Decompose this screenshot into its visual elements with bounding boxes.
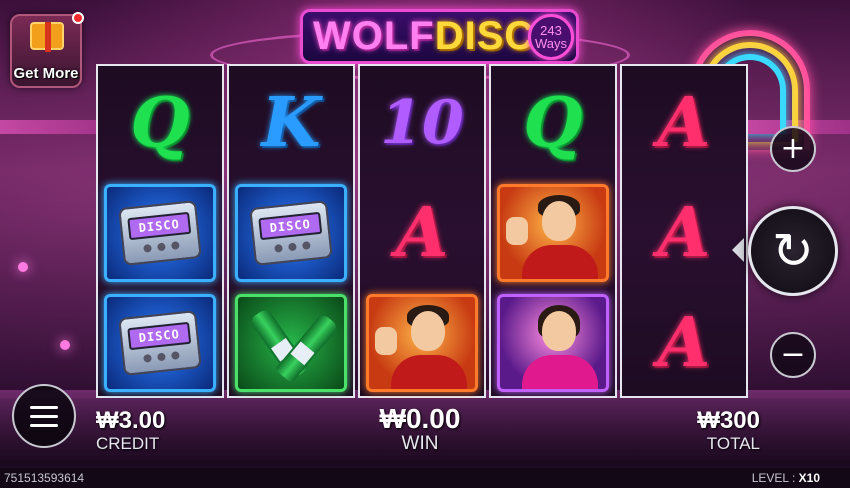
logo-title-part1: WOLF: [313, 13, 435, 58]
symbol-a: A: [657, 193, 711, 273]
total-display: ₩300 TOTAL: [660, 408, 760, 454]
level-indicator: LEVEL : X10: [752, 471, 820, 485]
symbol-k: K: [261, 83, 321, 163]
symbol-q: Q: [523, 83, 583, 163]
reel-2: K DISCO: [227, 64, 355, 398]
spin-button[interactable]: ↻: [748, 206, 838, 296]
symbol-a: A: [395, 193, 449, 273]
symbol-q: Q: [130, 83, 190, 163]
refresh-icon: ↻: [772, 222, 814, 280]
menu-button[interactable]: [12, 384, 76, 448]
hamburger-icon-line: [30, 405, 58, 409]
man-portrait-icon: [497, 184, 609, 282]
symbol-ten: 10: [380, 88, 464, 158]
collapse-arrow-icon[interactable]: [732, 238, 744, 262]
reel-5: A A A: [620, 64, 748, 398]
get-more-button[interactable]: Get More: [10, 12, 84, 88]
get-more-label: Get More: [13, 65, 79, 82]
total-label: TOTAL: [706, 434, 760, 453]
total-value: ₩300: [697, 407, 760, 434]
game-logo: WOLFDISCO 243 Ways: [300, 8, 580, 64]
symbol-man-portrait: [362, 290, 482, 396]
level-value: X10: [798, 471, 820, 485]
reel-grid: Q DISCO DISCO K DISCO 10 A Q A A A: [96, 64, 750, 398]
footer-bar: 751513593614 LEVEL : X10: [0, 468, 850, 488]
pager-icon: DISCO: [118, 200, 202, 266]
credit-label: CREDIT: [96, 434, 160, 453]
plus-icon: +: [780, 131, 806, 166]
symbol-pager: DISCO: [100, 290, 220, 396]
notification-dot: [72, 12, 84, 24]
win-label: WIN: [401, 433, 439, 454]
minus-icon: −: [780, 337, 806, 372]
win-display: ₩0.00 WIN: [360, 404, 480, 454]
woman-portrait-icon: [497, 294, 609, 392]
game-screen: Get More WOLFDISCO 243 Ways Q DISCO DISC…: [0, 0, 850, 488]
symbol-pager: DISCO: [231, 180, 351, 286]
ways-label: Ways: [534, 36, 568, 51]
pager-icon: DISCO: [118, 310, 202, 376]
level-label: LEVEL :: [751, 471, 796, 485]
gift-icon: [30, 22, 64, 52]
reel-1: Q DISCO DISCO: [96, 64, 224, 398]
hamburger-icon-line: [30, 423, 58, 427]
symbol-woman-portrait: [493, 290, 613, 396]
bottles-icon: [235, 294, 347, 392]
symbol-bottles: [231, 290, 351, 396]
symbol-a: A: [657, 83, 711, 163]
pager-icon: DISCO: [249, 200, 333, 266]
hamburger-icon-line: [30, 414, 58, 418]
symbol-man-portrait: [493, 180, 613, 286]
increase-bet-button[interactable]: +: [770, 126, 816, 172]
win-value: ₩0.00: [379, 403, 461, 434]
symbol-a: A: [657, 303, 711, 383]
credit-value: ₩3.00: [96, 407, 166, 434]
lamp-decoration: [60, 340, 70, 350]
decrease-bet-button[interactable]: −: [770, 332, 816, 378]
reel-3: 10 A: [358, 64, 486, 398]
left-rail-decoration: [0, 120, 110, 134]
ways-badge: 243 Ways: [528, 14, 574, 60]
symbol-pager: DISCO: [100, 180, 220, 286]
man-portrait-icon: [366, 294, 478, 392]
reel-4: Q: [489, 64, 617, 398]
credit-display: ₩3.00 CREDIT: [96, 408, 176, 454]
round-id: 751513593614: [4, 471, 85, 485]
lamp-decoration: [18, 262, 28, 272]
